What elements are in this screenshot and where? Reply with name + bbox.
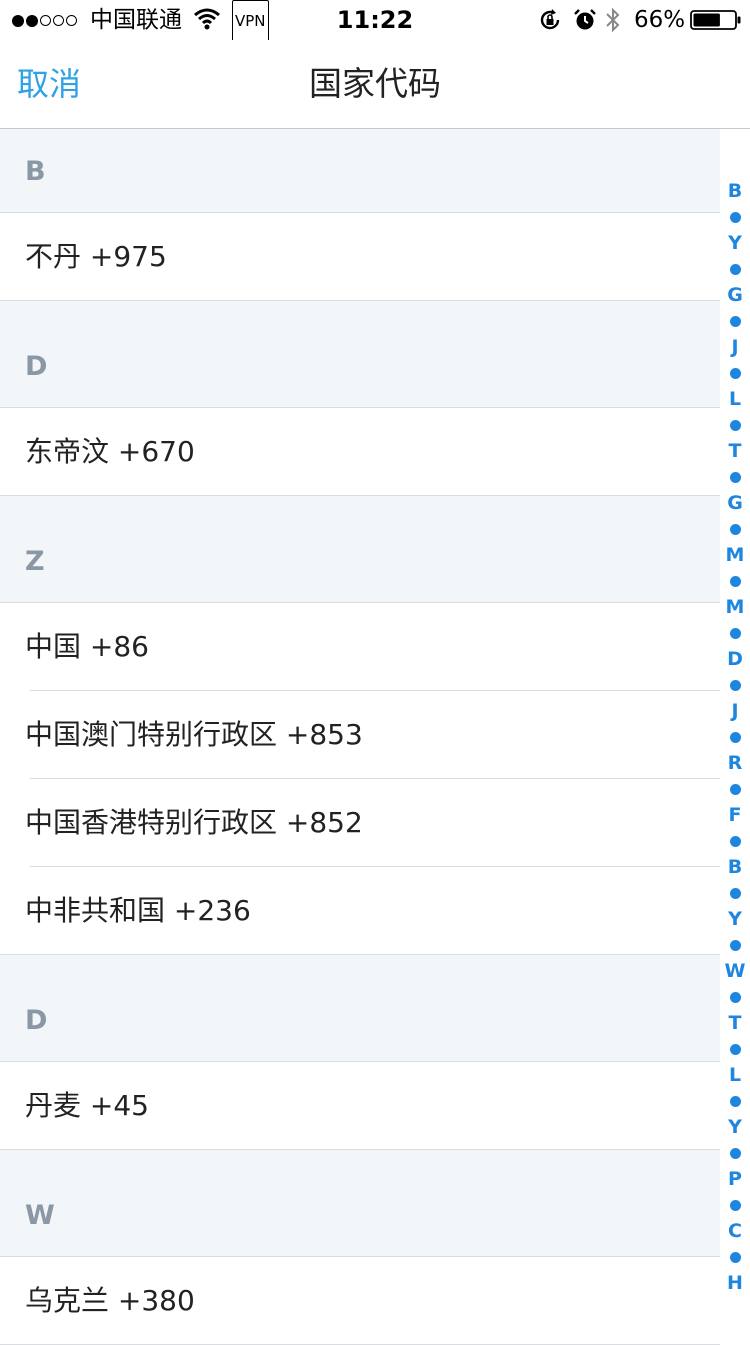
country-row-hong-kong[interactable]: 中国香港特别行政区 +852 bbox=[0, 779, 720, 867]
index-dot[interactable] bbox=[729, 523, 741, 535]
section-spacer bbox=[0, 955, 720, 978]
index-dot[interactable] bbox=[729, 939, 741, 951]
rotation-lock-icon bbox=[540, 9, 560, 30]
index-dot[interactable] bbox=[729, 679, 741, 691]
section-spacer bbox=[0, 496, 720, 519]
index-dot[interactable] bbox=[729, 1251, 741, 1263]
page-title: 国家代码 bbox=[309, 64, 441, 103]
bluetooth-icon bbox=[606, 7, 620, 33]
index-letter[interactable]: L bbox=[729, 386, 741, 412]
status-bar: 中国联通 VPN 11:22 66% bbox=[0, 0, 750, 42]
index-dot[interactable] bbox=[729, 731, 741, 743]
battery-percentage: 66% bbox=[634, 7, 686, 33]
section-letter: W bbox=[25, 1200, 55, 1231]
index-letter[interactable]: J bbox=[731, 334, 738, 360]
index-dot[interactable] bbox=[729, 575, 741, 587]
index-dot[interactable] bbox=[729, 315, 741, 327]
index-letter[interactable]: B bbox=[728, 854, 742, 880]
section-header: D bbox=[0, 978, 720, 1062]
section-header: Z bbox=[0, 519, 720, 603]
country-code-list[interactable]: B 不丹 +975 D 东帝汶 +670 Z 中国 +86 中国澳门特别行政区 … bbox=[0, 129, 720, 1345]
index-letter[interactable]: J bbox=[731, 698, 738, 724]
section-header: W bbox=[0, 1173, 720, 1257]
section-letter: Z bbox=[25, 546, 45, 577]
country-row-timor-leste[interactable]: 东帝汶 +670 bbox=[0, 408, 720, 496]
section-index-bar[interactable]: BYGJLTGMMDJRFBYWTLYPCH bbox=[720, 178, 750, 1296]
index-dot[interactable] bbox=[729, 1043, 741, 1055]
index-letter[interactable]: D bbox=[727, 646, 743, 672]
index-letter[interactable]: H bbox=[727, 1270, 743, 1296]
index-letter[interactable]: C bbox=[728, 1218, 742, 1244]
section-header: D bbox=[0, 324, 720, 408]
section-header: B bbox=[0, 129, 720, 213]
index-dot[interactable] bbox=[729, 263, 741, 275]
index-letter[interactable]: P bbox=[728, 1166, 742, 1192]
index-letter[interactable]: T bbox=[729, 438, 742, 464]
country-row-bhutan[interactable]: 不丹 +975 bbox=[0, 213, 720, 301]
country-row-ukraine[interactable]: 乌克兰 +380 bbox=[0, 1257, 720, 1345]
alarm-icon bbox=[574, 9, 596, 30]
index-letter[interactable]: L bbox=[729, 1062, 741, 1088]
section-spacer bbox=[0, 1150, 720, 1173]
index-dot[interactable] bbox=[729, 471, 741, 483]
index-letter[interactable]: Y bbox=[728, 230, 742, 256]
index-dot[interactable] bbox=[729, 887, 741, 899]
index-dot[interactable] bbox=[729, 419, 741, 431]
index-letter[interactable]: T bbox=[729, 1010, 742, 1036]
battery-icon bbox=[690, 10, 741, 30]
section-letter: D bbox=[25, 351, 48, 382]
index-letter[interactable]: R bbox=[728, 750, 743, 776]
index-dot[interactable] bbox=[729, 1199, 741, 1211]
navigation-bar: 取消 国家代码 bbox=[0, 40, 750, 129]
index-dot[interactable] bbox=[729, 367, 741, 379]
section-spacer bbox=[0, 301, 720, 324]
country-row-macau[interactable]: 中国澳门特别行政区 +853 bbox=[0, 691, 720, 779]
index-letter[interactable]: B bbox=[728, 178, 742, 204]
index-letter[interactable]: F bbox=[729, 802, 742, 828]
index-letter[interactable]: M bbox=[726, 594, 745, 620]
index-dot[interactable] bbox=[729, 211, 741, 223]
index-letter[interactable]: W bbox=[725, 958, 746, 984]
index-letter[interactable]: M bbox=[726, 542, 745, 568]
country-row-china[interactable]: 中国 +86 bbox=[0, 603, 720, 691]
index-dot[interactable] bbox=[729, 783, 741, 795]
country-row-denmark[interactable]: 丹麦 +45 bbox=[0, 1062, 720, 1150]
cancel-button[interactable]: 取消 bbox=[17, 40, 81, 128]
section-letter: D bbox=[25, 1005, 48, 1036]
index-dot[interactable] bbox=[729, 991, 741, 1003]
index-dot[interactable] bbox=[729, 627, 741, 639]
index-letter[interactable]: Y bbox=[728, 906, 742, 932]
index-dot[interactable] bbox=[729, 835, 741, 847]
index-letter[interactable]: G bbox=[727, 282, 743, 308]
index-dot[interactable] bbox=[729, 1095, 741, 1107]
section-letter: B bbox=[25, 156, 46, 187]
index-dot[interactable] bbox=[729, 1147, 741, 1159]
country-row-central-african-republic[interactable]: 中非共和国 +236 bbox=[0, 867, 720, 955]
index-letter[interactable]: Y bbox=[728, 1114, 742, 1140]
index-letter[interactable]: G bbox=[727, 490, 743, 516]
